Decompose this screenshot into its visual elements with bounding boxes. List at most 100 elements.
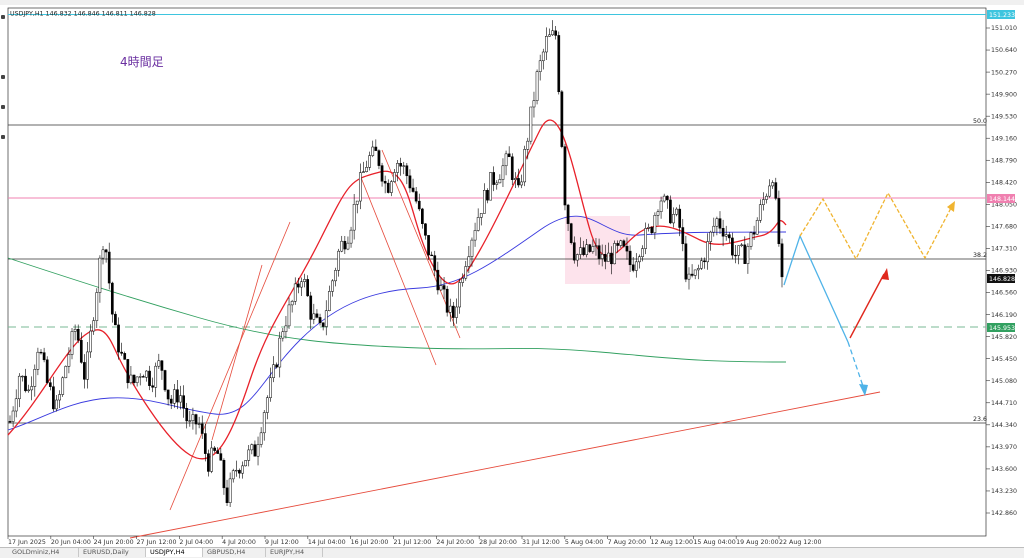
time-tick-label: 17 Jun 2025 (8, 539, 46, 546)
candle-body (337, 250, 340, 271)
candle (523, 145, 527, 187)
candle-body (52, 386, 55, 410)
time-tick-label: 28 Jul 20:00 (479, 539, 517, 546)
candle-body (706, 241, 709, 263)
candle-body (154, 365, 158, 388)
candle-body (591, 246, 595, 252)
candle-body (234, 469, 238, 472)
candle-body (758, 204, 762, 221)
time-tick-label: 19 Aug 20:00 (736, 539, 778, 546)
candle-body (163, 370, 167, 391)
chart-tab[interactable]: GBPUSD,H4 (203, 548, 266, 557)
candle-body (659, 200, 663, 212)
candle-body (203, 433, 207, 454)
candle-body (58, 394, 61, 401)
price-tick-label: 143.230 (991, 488, 1017, 495)
price-chart[interactable]: 50.0 38.2 23.6 USDJPY,H1 146.832 146.846… (0, 0, 1024, 547)
candle-body (672, 213, 675, 224)
chart-tab[interactable]: GOLDminiz,H4 (8, 548, 79, 557)
candle (64, 365, 68, 379)
price-tick-label: 142.860 (991, 510, 1017, 517)
candle-body (358, 172, 362, 202)
candle-body (222, 460, 226, 489)
price-tick-label: 146.560 (991, 290, 1017, 297)
candle-body (424, 223, 427, 236)
chart-tab[interactable]: USDJPY,H4 (146, 548, 203, 557)
pink-price-tag-text: 148.144 (989, 196, 1015, 203)
candle-body (405, 165, 409, 177)
candle-body (145, 370, 148, 378)
time-tick-label: 31 Jul 12:00 (522, 539, 560, 546)
candle (244, 460, 247, 467)
candle-body (520, 181, 523, 186)
candle-body (365, 167, 368, 172)
candle-body (179, 395, 182, 403)
candle-body (678, 208, 682, 228)
candle (61, 376, 65, 397)
candle (622, 239, 626, 248)
candle-body (436, 269, 440, 291)
price-tick-label: 148.790 (991, 157, 1017, 164)
candle-body (293, 283, 297, 302)
candle-body (194, 414, 198, 425)
chart-tab[interactable]: EURJPY,H4 (266, 548, 323, 557)
candle-body (148, 370, 151, 386)
candle-body (448, 305, 452, 313)
candle-body (455, 306, 458, 318)
candle-body (141, 376, 145, 378)
candle-body (17, 375, 21, 400)
candle-body (98, 257, 102, 293)
candle-body (746, 246, 750, 264)
candle-body (535, 71, 539, 101)
candle-body (576, 254, 579, 261)
price-tick-label: 149.530 (991, 113, 1017, 120)
candle-body (653, 215, 657, 233)
candle-body (780, 243, 784, 278)
candle-body (380, 165, 384, 182)
candle-body (464, 266, 468, 279)
candle-body (216, 450, 220, 454)
candle-body (631, 264, 635, 271)
candle-body (318, 317, 322, 324)
candle (45, 356, 49, 385)
candle (669, 195, 672, 225)
candle-body (73, 328, 77, 332)
candle (535, 69, 539, 105)
candle-body (560, 91, 564, 147)
candle-body (439, 285, 443, 291)
candle-body (210, 447, 213, 472)
candle-body (641, 248, 644, 257)
candle-body (628, 250, 632, 266)
candle-body (396, 163, 399, 173)
price-tick-label: 150.270 (991, 69, 1017, 76)
chart-tab[interactable]: EURUSD,Daily (79, 548, 146, 557)
candle-body (662, 195, 666, 202)
candle-body (86, 351, 89, 380)
candle-body (554, 30, 558, 36)
candle-body (24, 375, 27, 392)
candle-body (752, 232, 756, 235)
price-tick-label: 145.080 (991, 378, 1017, 385)
candle-body (265, 397, 269, 413)
candle-body (433, 255, 437, 271)
candle-body (309, 295, 313, 320)
candle-body (244, 460, 247, 467)
candle-body (27, 389, 30, 392)
fib-382-label: 38.2 (973, 252, 987, 259)
candle-body (504, 153, 508, 167)
candle-body (479, 213, 483, 218)
candle-body (532, 100, 536, 108)
candle-body (126, 359, 130, 384)
candle-body (461, 277, 465, 283)
candle-body (213, 447, 216, 451)
candle-body (690, 273, 694, 276)
candle-body (321, 322, 325, 327)
candle-body (712, 225, 716, 233)
candle-body (669, 199, 672, 224)
candle-body (219, 453, 223, 461)
candle-body (296, 283, 300, 288)
candle-body (182, 395, 185, 409)
candle-body (625, 245, 629, 252)
candle-body (259, 432, 263, 445)
candle-body (70, 331, 74, 355)
